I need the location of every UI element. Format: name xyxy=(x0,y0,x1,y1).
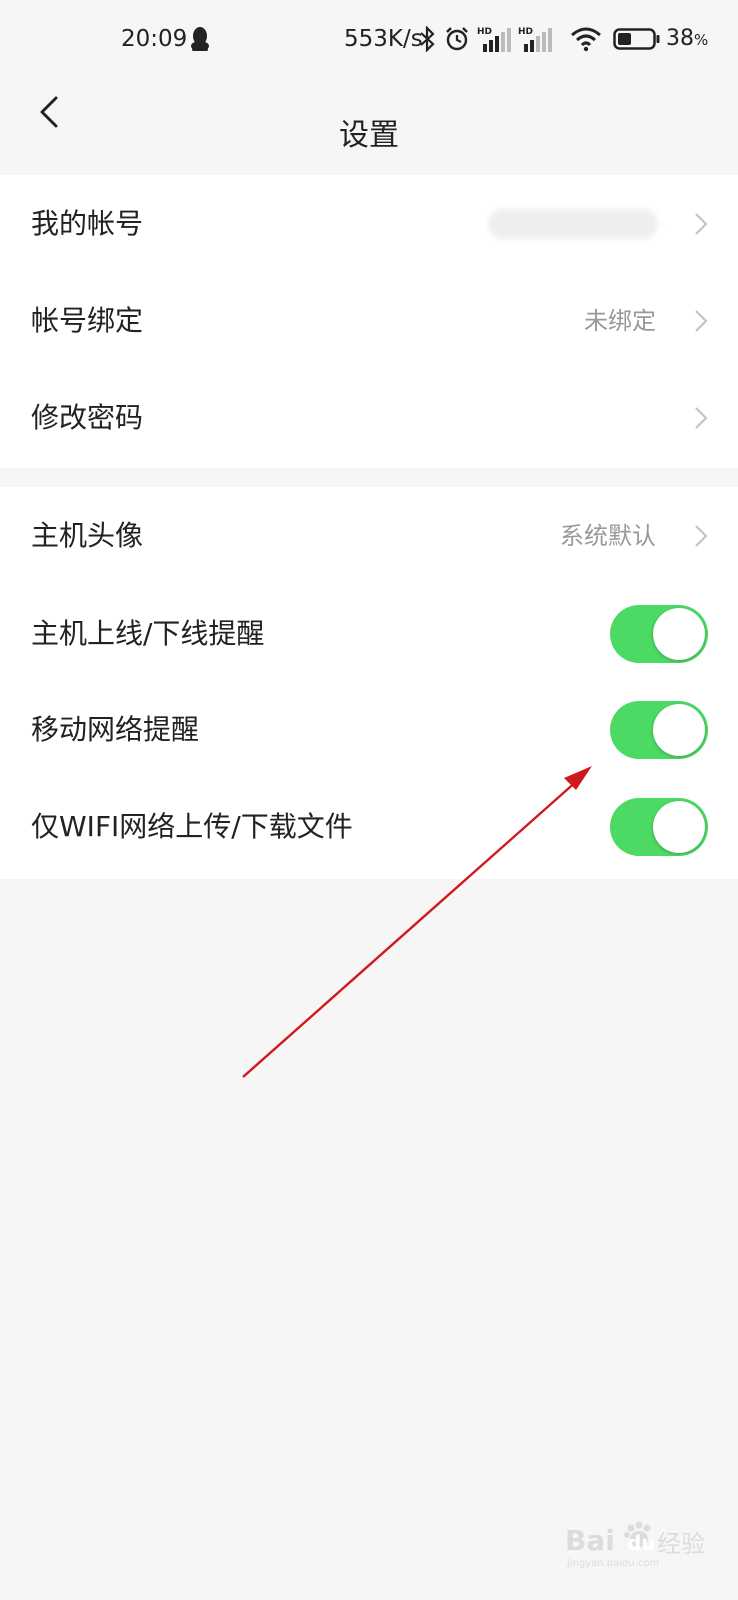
settings-row-change-password[interactable]: 修改密码 xyxy=(0,369,738,467)
settings-row-mobile-network-alert: 移动网络提醒 xyxy=(0,681,738,779)
chevron-right-icon xyxy=(695,213,708,235)
svg-text:jingyan.baidu.com: jingyan.baidu.com xyxy=(566,1558,659,1569)
chevron-right-icon xyxy=(695,407,708,429)
host-settings-group: 主机头像 系统默认 主机上线/下线提醒 移动网络提醒 仅WIFI网络上传/下载文… xyxy=(0,487,738,879)
row-label: 主机头像 xyxy=(31,519,144,552)
settings-row-host-online-offline-alert: 主机上线/下线提醒 xyxy=(0,585,738,683)
toggle-knob xyxy=(653,801,705,853)
signal-badge-text: HD xyxy=(477,27,492,37)
alarm-clock-icon xyxy=(444,26,470,58)
row-label: 仅WIFI网络上传/下载文件 xyxy=(31,810,353,843)
wifi-icon xyxy=(570,26,602,58)
row-label: 修改密码 xyxy=(31,401,144,434)
settings-row-host-avatar[interactable]: 主机头像 系统默认 xyxy=(0,487,738,585)
baidu-jingyan-watermark: Bai du 经验 jingyan.baidu.com xyxy=(565,1520,725,1570)
svg-text:经验: 经验 xyxy=(657,1530,705,1558)
battery-percentage: 38% xyxy=(666,26,708,51)
status-time: 20:09 xyxy=(121,26,188,52)
chevron-right-icon xyxy=(695,525,708,547)
account-settings-group: 我的帐号 帐号绑定 未绑定 修改密码 xyxy=(0,175,738,468)
bluetooth-icon xyxy=(419,25,435,58)
signal-strength-icon: HD xyxy=(477,26,513,60)
account-value-redacted xyxy=(488,209,658,239)
navigation-bar: 设置 xyxy=(0,80,738,180)
network-speed: 553K/s xyxy=(344,26,423,52)
row-label: 我的帐号 xyxy=(31,207,144,240)
signal-badge-text-2: HD xyxy=(518,27,533,37)
settings-row-wifi-only-transfer: 仅WIFI网络上传/下载文件 xyxy=(0,778,738,876)
page-title: 设置 xyxy=(339,118,399,153)
battery-icon xyxy=(613,26,661,58)
row-value: 未绑定 xyxy=(584,307,656,335)
settings-row-my-account[interactable]: 我的帐号 xyxy=(0,175,738,273)
row-label: 主机上线/下线提醒 xyxy=(31,617,265,650)
wifi-only-transfer-toggle[interactable] xyxy=(610,798,708,856)
mobile-network-alert-toggle[interactable] xyxy=(610,701,708,759)
settings-row-account-binding[interactable]: 帐号绑定 未绑定 xyxy=(0,272,738,370)
toggle-knob xyxy=(653,704,705,756)
signal-strength-icon-2: HD xyxy=(518,26,554,60)
host-online-offline-toggle[interactable] xyxy=(610,605,708,663)
row-label: 帐号绑定 xyxy=(31,304,144,337)
toggle-knob xyxy=(653,608,705,660)
row-value: 系统默认 xyxy=(560,522,656,550)
qq-penguin-icon xyxy=(190,26,210,58)
battery-unit: % xyxy=(694,31,709,49)
svg-text:Bai: Bai xyxy=(565,1524,615,1557)
row-label: 移动网络提醒 xyxy=(31,713,200,746)
svg-text:du: du xyxy=(627,1531,656,1555)
chevron-right-icon xyxy=(695,310,708,332)
battery-value: 38 xyxy=(666,26,694,51)
status-bar: 20:09 553K/s HD HD 38% xyxy=(0,0,738,80)
